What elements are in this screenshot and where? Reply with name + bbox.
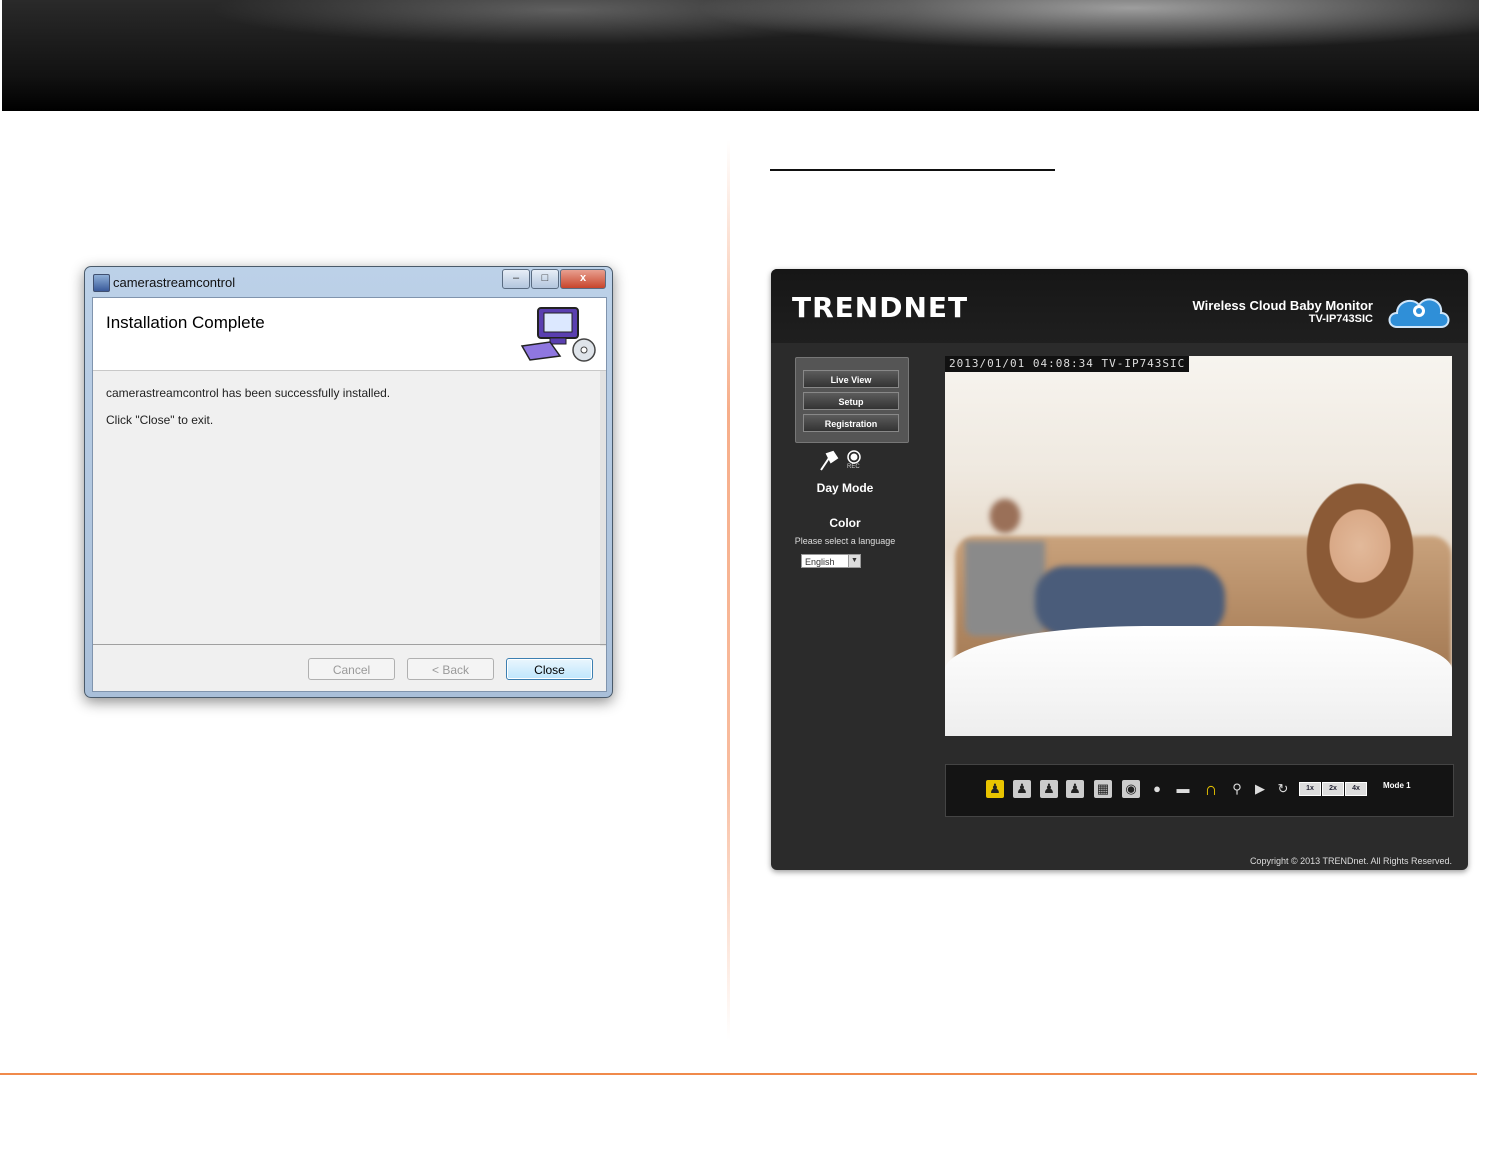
camera-ui-header: TRENDNET Wireless Cloud Baby Monitor TV-… <box>771 269 1468 343</box>
color-label: Color <box>829 516 861 530</box>
copyright-text: Copyright © 2013 TRENDnet. All Rights Re… <box>1249 856 1452 866</box>
button-separator <box>93 644 606 645</box>
window-controls: – □ x <box>501 269 606 289</box>
section-underline <box>770 169 1055 171</box>
record-icon[interactable] <box>847 450 861 464</box>
back-button[interactable]: < Back <box>407 658 494 680</box>
refresh-icon[interactable]: ↻ <box>1274 780 1292 798</box>
cancel-button[interactable]: Cancel <box>308 658 395 680</box>
channel-1-icon[interactable]: ♟ <box>986 780 1004 798</box>
video-person-background <box>965 486 1045 636</box>
layout-1x-button[interactable]: 1x <box>1299 782 1321 796</box>
close-button[interactable]: Close <box>506 658 593 680</box>
video-timestamp: 2013/01/01 04:08:34 TV-IP743SIC <box>945 356 1190 372</box>
page-header-banner <box>2 0 1479 111</box>
window-title: camerastreamcontrol <box>113 275 236 290</box>
registration-button[interactable]: Registration <box>803 414 899 432</box>
record-toolbar-icon[interactable]: ● <box>1148 780 1166 798</box>
channel-4-icon[interactable]: ♟ <box>1066 780 1084 798</box>
video-toolbar: ♟ ♟ ♟ ♟ ▦ ◉ ● ▬ ∩ ⚲ ▶ ↻ 1x 2x 4x Mode 1 <box>945 764 1454 817</box>
microphone-icon[interactable]: ⚲ <box>1228 780 1246 798</box>
scrollbar[interactable] <box>600 371 606 646</box>
folder-icon[interactable]: ▬ <box>1174 780 1192 798</box>
trendnet-logo: TRENDNET <box>792 291 969 324</box>
window-close-button[interactable]: x <box>560 269 606 289</box>
minimize-button[interactable]: – <box>502 269 530 289</box>
audio-listen-icon[interactable]: ∩ <box>1202 780 1220 798</box>
product-model: TV-IP743SIC <box>1308 313 1373 325</box>
column-divider <box>727 140 730 1040</box>
installer-window: camerastreamcontrol – □ x Installation C… <box>84 266 613 698</box>
dialog-client-area: Installation Complete camerastreamcontro… <box>92 297 607 692</box>
record-label: REC <box>847 464 860 470</box>
camera-snapshot-icon[interactable]: ◉ <box>1122 780 1140 798</box>
layout-4x-button[interactable]: 4x <box>1345 782 1367 796</box>
product-name: Wireless Cloud Baby Monitor <box>1192 298 1373 313</box>
maximize-button[interactable]: □ <box>531 269 559 289</box>
computer-setup-icon <box>520 307 596 362</box>
trendnet-cloud-icon <box>1388 298 1450 328</box>
layout-2x-button[interactable]: 2x <box>1322 782 1344 796</box>
footer-rule <box>0 1073 1477 1075</box>
language-select-value: English <box>805 557 835 567</box>
language-select[interactable]: English ▼ <box>801 554 861 568</box>
dialog-header: Installation Complete <box>93 298 606 371</box>
channel-2-icon[interactable]: ♟ <box>1013 780 1031 798</box>
camera-web-ui: TRENDNET Wireless Cloud Baby Monitor TV-… <box>771 269 1468 870</box>
installer-app-icon <box>93 274 110 292</box>
close-instruction: Click "Close" to exit. <box>106 413 214 427</box>
setup-button[interactable]: Setup <box>803 392 899 410</box>
play-icon[interactable]: ▶ <box>1251 780 1269 798</box>
success-message: camerastreamcontrol has been successfull… <box>106 386 391 400</box>
main-menu: Live View Setup Registration <box>795 357 909 443</box>
live-video-feed[interactable]: 2013/01/01 04:08:34 TV-IP743SIC <box>945 356 1452 736</box>
mode-label: Mode 1 <box>1383 781 1411 790</box>
snapshot-tool-icon[interactable] <box>817 450 841 472</box>
video-pillows <box>945 626 1452 736</box>
product-info: Wireless Cloud Baby Monitor TV-IP743SIC <box>1193 298 1373 325</box>
live-view-button[interactable]: Live View <box>803 370 899 388</box>
day-mode-label: Day Mode <box>816 481 874 495</box>
fullscreen-icon[interactable]: ▦ <box>1094 780 1112 798</box>
chevron-down-icon: ▼ <box>848 555 860 567</box>
channel-3-icon[interactable]: ♟ <box>1040 780 1058 798</box>
dialog-heading: Installation Complete <box>106 313 265 332</box>
language-prompt: Please select a language <box>794 536 896 546</box>
